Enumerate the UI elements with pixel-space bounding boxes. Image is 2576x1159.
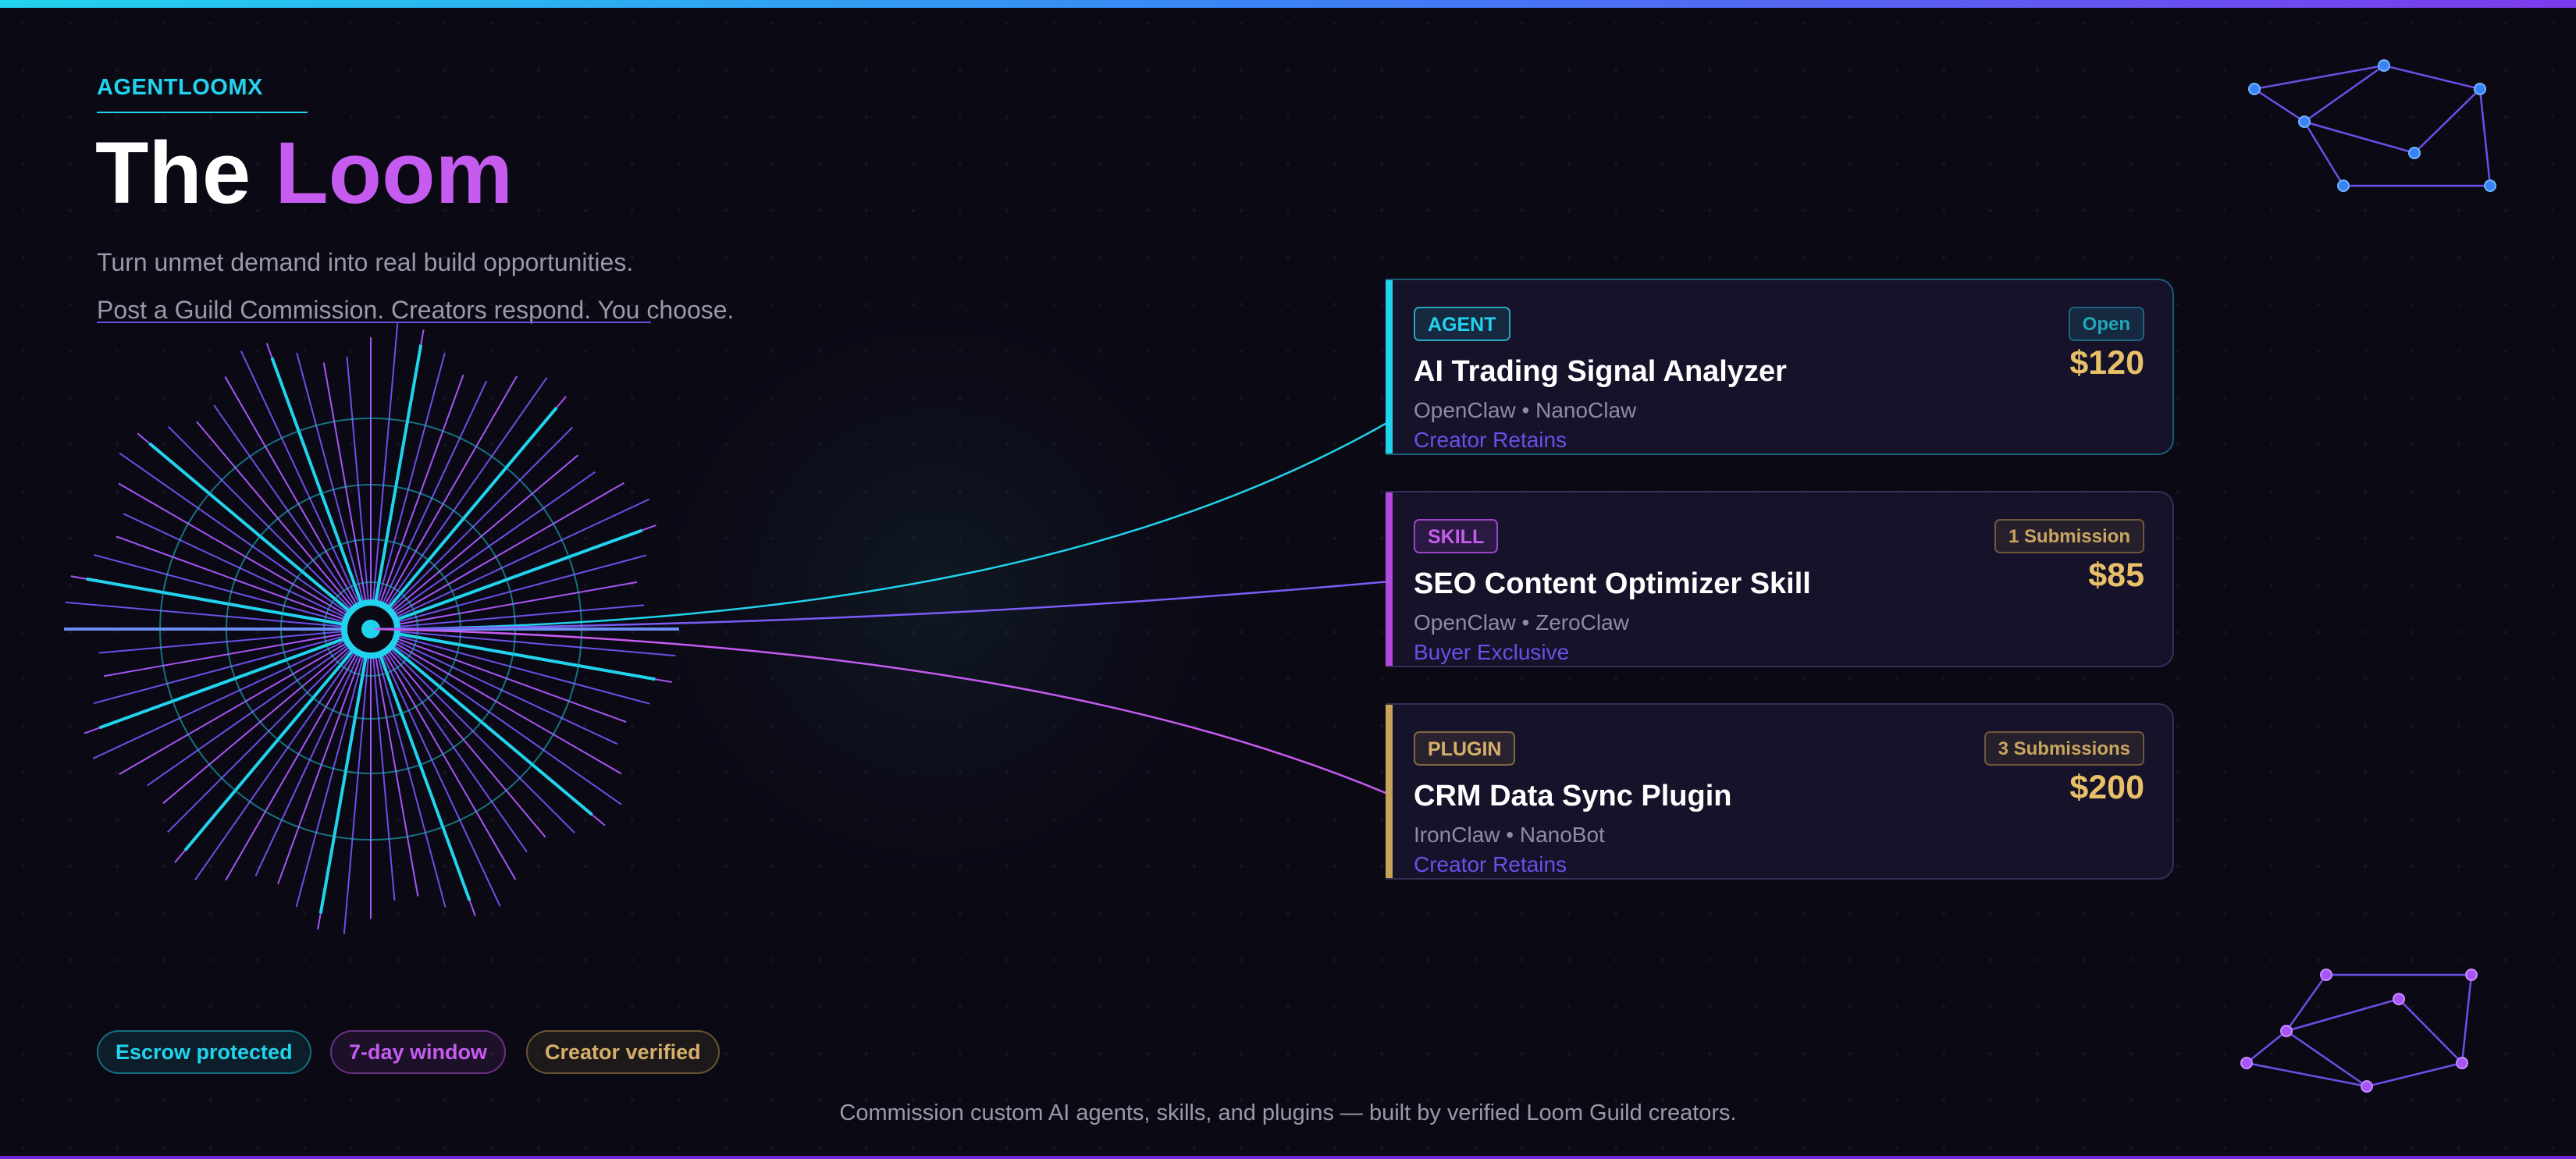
loom-ray [98,628,372,654]
platform-tags: OpenClaw • NanoClaw [1414,398,1637,422]
constellation-node [2393,993,2405,1005]
constellation-node [2408,147,2421,159]
type-badge: SKILL [1414,519,1499,553]
loom-ray [92,628,372,759]
constellation-node [2280,1025,2293,1037]
constellation-top-nodes [2248,59,2496,192]
footer-text: Commission custom AI agents, skills, and… [839,1100,1737,1125]
loom-ray [370,554,647,630]
platform-tags: OpenClaw • ZeroClaw [1414,610,1629,635]
price-label: $120 [2069,344,2144,382]
loom-ray [343,628,372,934]
chip-7-day-window: 7-day window [330,1030,507,1074]
loom-ray [65,601,372,630]
constellation-node [2378,59,2390,72]
status-badge: 3 Submissions [1984,731,2144,766]
loom-ray [370,628,501,907]
card-accent-bar [1386,280,1393,453]
constellation-node [2456,1057,2468,1069]
price-label: $200 [2069,769,2144,806]
platform-tags: IronClaw • NanoBot [1414,823,1605,847]
constellation-node [2484,180,2496,192]
loom-ray [370,323,399,630]
commission-card-agent[interactable]: AGENT Open $120 AI Trading Signal Analyz… [1386,279,2174,455]
card-accent-bar [1386,705,1393,878]
loom-ray [93,628,372,705]
constellation-node [2474,83,2486,95]
commission-title[interactable]: SEO Content Optimizer Skill [1414,567,1811,601]
thread-agent [374,420,1390,631]
price-label: $85 [2088,556,2144,594]
constellation-node [2298,116,2311,128]
ip-rights-label: Creator Retains [1414,428,1567,452]
constellation-top [2254,64,2492,187]
constellation-node [2248,83,2261,95]
constellation-node [2337,180,2350,192]
commission-title[interactable]: AI Trading Signal Analyzer [1414,355,1787,389]
loom-ray [240,350,372,630]
constellation-bottom-nodes [2240,969,2478,1093]
constellation-edge [2304,64,2385,123]
chip-creator-verified: Creator verified [526,1030,720,1074]
loom-ray [346,356,372,630]
card-accent-bar [1386,492,1393,666]
type-badge: PLUGIN [1414,731,1516,766]
loom-ray [93,553,372,630]
constellation-edge [2414,88,2481,154]
loom-ray [370,628,396,901]
ip-rights-label: Creator Retains [1414,852,1567,876]
bottom-accent-bar [0,1156,2576,1159]
constellation-edge [2286,997,2400,1033]
constellation-edge [2254,64,2492,187]
chip-escrow-protected: Escrow protected [97,1030,311,1074]
ip-rights-label: Buyer Exclusive [1414,640,1570,664]
loom-ray [370,353,446,630]
constellation-node [2361,1080,2373,1093]
constellation-node [2320,969,2332,981]
commission-title[interactable]: CRM Data Sync Plugin [1414,780,1732,813]
type-badge: AGENT [1414,307,1510,341]
status-badge: 1 Submission [1994,519,2144,553]
loom-graphic [64,59,2496,1093]
constellation-node [2240,1057,2253,1069]
constellation-edge [2398,998,2463,1064]
commission-card-skill[interactable]: SKILL 1 Submission $85 SEO Content Optim… [1386,491,2174,667]
commission-card-plugin[interactable]: PLUGIN 3 Submissions $200 CRM Data Sync … [1386,703,2174,880]
status-badge: Open [2068,307,2144,341]
constellation-node [2465,969,2478,981]
loom-ray [296,352,372,630]
